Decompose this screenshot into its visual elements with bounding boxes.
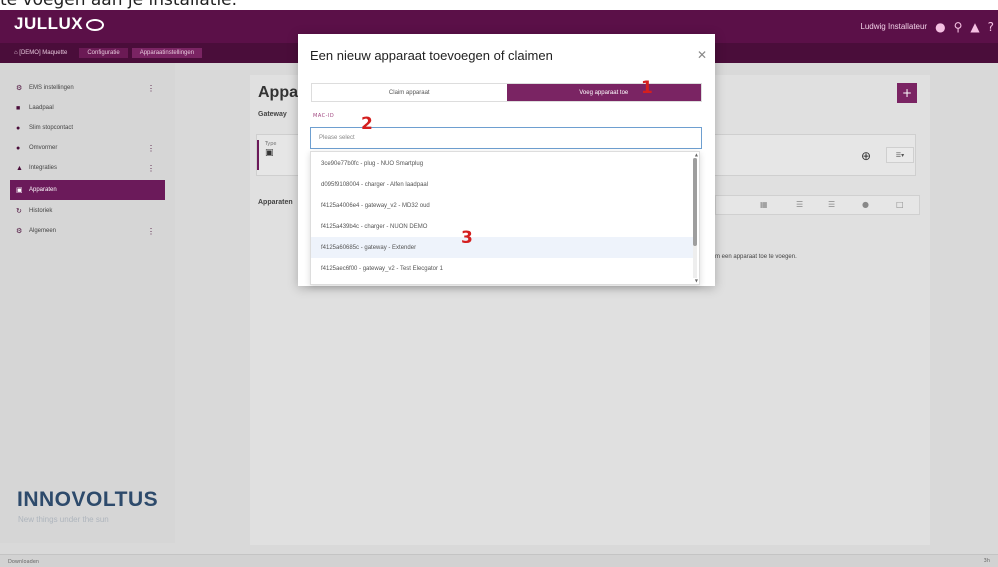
more-icon[interactable]: ⋮ xyxy=(147,144,155,153)
sidebar-item-laadpaal[interactable]: ■ Laadpaal xyxy=(10,98,165,118)
globe-icon[interactable]: ⊕ xyxy=(861,149,871,163)
plug-icon: ● xyxy=(16,124,21,132)
sidebar-item-historiek[interactable]: ↻ Historiek xyxy=(10,201,165,221)
puzzle-icon: ▲ xyxy=(16,164,23,172)
dropdown-option[interactable]: f4125aec6f00 - gateway_v2 - Test Elecgat… xyxy=(311,258,693,279)
app-window: JULLUX Ludwig Installateur ● ⚲ ▲ ? ⌂ [DE… xyxy=(0,10,998,567)
gear-icon: ⚙ xyxy=(16,85,23,92)
tab-voeg-apparaat-toe[interactable]: Voeg apparaat toe xyxy=(506,84,701,101)
dropdown-option[interactable]: 3ce90e77b0fc - plug - NUO Smartplug xyxy=(311,153,693,174)
gear-icon: ⚙ xyxy=(16,228,23,235)
sidebar-item-omvormer[interactable]: ● Omvormer ⋮ xyxy=(10,138,165,158)
breadcrumb-configuratie[interactable]: Configuratie xyxy=(79,48,128,58)
dropdown-option[interactable]: f4125a4006e4 - gateway_v2 - MD32 oud xyxy=(311,195,693,216)
tab-claim-apparaat[interactable]: Claim apparaat xyxy=(312,84,507,101)
inverter-icon: ● xyxy=(16,144,21,152)
step-marker-3: 3 xyxy=(461,228,473,248)
dropdown-scrollbar-thumb[interactable] xyxy=(693,158,697,246)
gateway-heading: Gateway xyxy=(258,111,287,118)
modal-title: Een nieuw apparaat toevoegen of claimen xyxy=(310,48,553,63)
sidebar-item-integraties[interactable]: ▲ Integraties ⋮ xyxy=(10,158,165,178)
bell-icon[interactable]: ▲ xyxy=(970,20,979,34)
page-caption: te voegen aan je installatie. xyxy=(0,0,238,10)
sidebar-item-ems[interactable]: ⚙ EMS instellingen ⋮ xyxy=(10,78,165,98)
devices-heading: Apparaten xyxy=(258,199,293,206)
column-icon[interactable]: ☰ xyxy=(796,200,803,209)
step-marker-1: 1 xyxy=(641,78,653,98)
more-icon[interactable]: ⋮ xyxy=(147,227,155,236)
devices-table-header: ▦ ☰ ☰ ● □ xyxy=(715,195,920,215)
app-logo[interactable]: JULLUX xyxy=(14,14,105,34)
bottom-bar: Downloaden 3h xyxy=(0,554,998,567)
mac-id-label: MAC-ID xyxy=(313,113,335,119)
help-icon[interactable]: ? xyxy=(988,20,994,34)
trash-icon[interactable]: □ xyxy=(896,200,904,209)
dropdown-option-highlighted[interactable]: f4125a60685c - gateway - Extender xyxy=(311,237,693,258)
bottom-bar-right: 3h xyxy=(983,558,990,564)
bottom-bar-left[interactable]: Downloaden xyxy=(8,559,39,565)
sidebar: ⚙ EMS instellingen ⋮ ■ Laadpaal ● Slim stopc… xyxy=(0,63,175,543)
user-name[interactable]: Ludwig Installateur xyxy=(860,22,927,31)
more-icon[interactable]: ⋮ xyxy=(147,164,155,173)
view-toggle-button[interactable]: ☰▾ xyxy=(886,147,914,163)
history-icon: ↻ xyxy=(16,208,22,215)
sidebar-item-algemeen[interactable]: ⚙ Algemeen ⋮ xyxy=(10,221,165,241)
gateway-accent xyxy=(257,140,259,170)
column-icon[interactable]: ▦ xyxy=(760,200,768,209)
logo-mark-icon xyxy=(86,18,105,31)
breadcrumb-apparaatinstellingen[interactable]: Apparaatinstellingen xyxy=(131,48,203,58)
scroll-up-icon[interactable]: ▲ xyxy=(695,152,698,157)
device-icon: ▣ xyxy=(16,187,23,194)
dropdown-option[interactable]: d095f9108004 - charger - Alfen laadpaal xyxy=(311,174,693,195)
top-icons: Ludwig Installateur ● ⚲ ▲ ? xyxy=(860,10,998,43)
scroll-down-icon[interactable]: ▼ xyxy=(695,278,698,283)
charger-icon: ■ xyxy=(16,104,21,112)
brand-logo: INNOVOLTUS xyxy=(17,488,159,511)
more-icon[interactable]: ⋮ xyxy=(147,84,155,93)
sidebar-item-apparaten[interactable]: ▣ Apparaten xyxy=(10,180,165,200)
pin-icon[interactable]: ● xyxy=(862,200,869,209)
page-title: Appa xyxy=(258,84,298,101)
list-icon: ☰▾ xyxy=(895,151,905,159)
gateway-type-label: Type xyxy=(265,141,277,147)
search-icon[interactable]: ⚲ xyxy=(954,20,963,34)
step-marker-2: 2 xyxy=(361,114,373,134)
breadcrumb-home[interactable]: ⌂ [DEMO] Maquette xyxy=(6,48,75,58)
column-icon[interactable]: ☰ xyxy=(828,200,835,209)
sidebar-item-slim-stopcontact[interactable]: ● Slim stopcontact xyxy=(10,118,165,138)
add-device-button[interactable]: + xyxy=(897,83,917,103)
plus-icon: + xyxy=(901,86,913,100)
dropdown-option[interactable]: f4125a439b4c - charger - NUON DEMO xyxy=(311,216,693,237)
close-icon[interactable]: ✕ xyxy=(697,48,707,62)
gateway-icon: ▣ xyxy=(265,148,274,158)
logo-text: JULLUX xyxy=(14,14,84,33)
mac-id-dropdown: 3ce90e77b0fc - plug - NUO Smartplug d095… xyxy=(310,151,700,285)
user-icon[interactable]: ● xyxy=(935,20,945,34)
brand-slogan: New things under the sun xyxy=(18,515,109,524)
